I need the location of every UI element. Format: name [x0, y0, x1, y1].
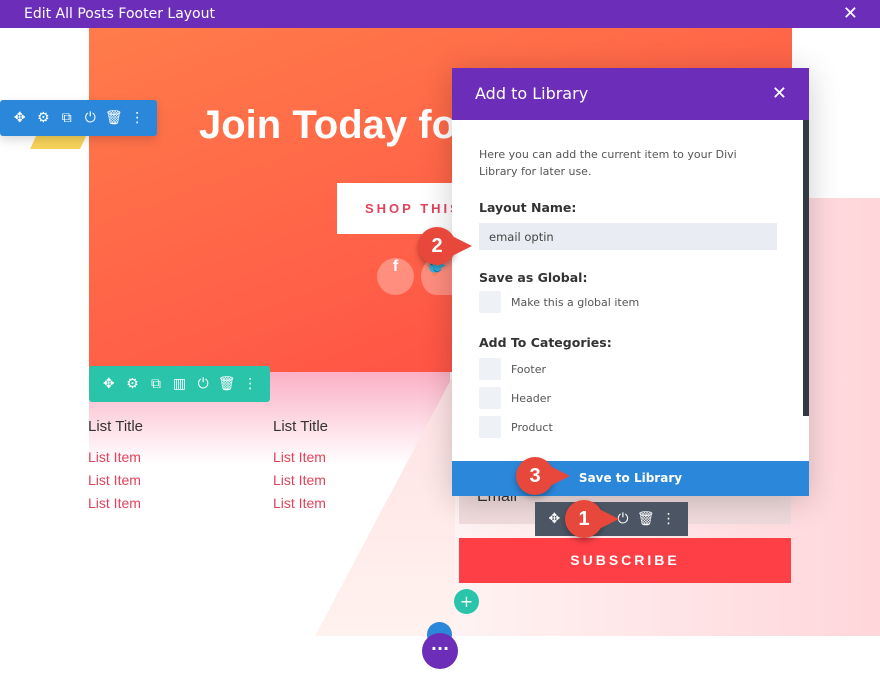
list-item[interactable]: List Item — [88, 472, 143, 488]
subscribe-button[interactable]: SUBSCRIBE — [459, 538, 791, 583]
list-column: List Title List Item List Item List Item — [88, 418, 143, 518]
window-title: Edit All Posts Footer Layout — [24, 6, 215, 22]
move-icon[interactable]: ✥ — [543, 511, 566, 527]
move-icon[interactable]: ✥ — [97, 376, 121, 392]
trash-icon[interactable]: 🗑 — [102, 110, 126, 126]
hero-headline: Join Today for — [199, 103, 452, 147]
add-to-library-modal: Add to Library ✕ Here you can add the cur… — [452, 68, 809, 496]
save-icon[interactable]: ⏻ — [191, 376, 215, 392]
facebook-icon[interactable]: f — [377, 258, 414, 295]
list-item[interactable]: List Item — [273, 472, 328, 488]
close-icon[interactable]: ✕ — [772, 68, 787, 120]
save-global-label: Save as Global: — [479, 270, 588, 285]
trash-icon[interactable]: 🗑 — [634, 511, 657, 527]
list-item[interactable]: List Item — [273, 449, 328, 465]
row-toolbar: ✥ ⚙ ⧉ ▥ ⏻ 🗑 ⋮ — [89, 366, 270, 402]
layout-name-label: Layout Name: — [479, 200, 577, 215]
scrollbar[interactable] — [803, 120, 809, 416]
add-module-button[interactable]: + — [454, 589, 479, 614]
category-checkbox[interactable] — [479, 416, 501, 438]
category-header[interactable]: Header — [479, 387, 782, 409]
section-toolbar: ✥ ⚙ ⧉ ⏻ 🗑 ⋮ — [0, 100, 157, 136]
global-checkbox-row[interactable]: Make this a global item — [479, 291, 782, 313]
save-to-library-button[interactable]: Save to Library — [452, 461, 809, 496]
page-settings-button[interactable]: ··· — [422, 633, 458, 669]
modal-description: Here you can add the current item to you… — [479, 148, 737, 178]
categories-label: Add To Categories: — [479, 335, 612, 350]
more-icon[interactable]: ⋮ — [657, 511, 680, 527]
category-label: Footer — [511, 362, 546, 376]
list-title: List Title — [88, 418, 144, 435]
category-checkbox[interactable] — [479, 358, 501, 380]
list-item[interactable]: List Item — [88, 449, 143, 465]
move-icon[interactable]: ✥ — [8, 110, 32, 126]
trash-icon[interactable]: 🗑 — [215, 376, 239, 392]
category-product[interactable]: Product — [479, 416, 782, 438]
callout-badge: 3 — [516, 457, 570, 495]
duplicate-icon[interactable]: ⧉ — [144, 376, 168, 392]
columns-icon[interactable]: ▥ — [168, 376, 192, 392]
global-checkbox[interactable] — [479, 291, 501, 313]
modal-header: Add to Library ✕ — [452, 68, 809, 120]
more-icon[interactable]: ⋮ — [238, 376, 262, 392]
list-title: List Title — [273, 418, 329, 435]
callout-badge: 2 — [418, 227, 472, 265]
list-item[interactable]: List Item — [273, 495, 328, 511]
global-option-label: Make this a global item — [511, 295, 640, 309]
close-icon[interactable]: ✕ — [843, 0, 858, 28]
more-icon[interactable]: ⋮ — [126, 110, 150, 126]
duplicate-icon[interactable]: ⧉ — [55, 110, 79, 126]
category-label: Product — [511, 420, 553, 434]
modal-title: Add to Library — [475, 84, 589, 103]
category-footer[interactable]: Footer — [479, 358, 782, 380]
gear-icon[interactable]: ⚙ — [121, 376, 145, 392]
layout-name-input[interactable] — [479, 223, 777, 250]
gear-icon[interactable]: ⚙ — [32, 110, 56, 126]
list-column: List Title List Item List Item List Item — [273, 418, 328, 518]
category-label: Header — [511, 391, 552, 405]
save-icon[interactable]: ⏻ — [79, 110, 103, 126]
callout-badge: 1 — [565, 500, 619, 538]
title-bar: Edit All Posts Footer Layout ✕ — [0, 0, 880, 28]
list-item[interactable]: List Item — [88, 495, 143, 511]
category-checkbox[interactable] — [479, 387, 501, 409]
